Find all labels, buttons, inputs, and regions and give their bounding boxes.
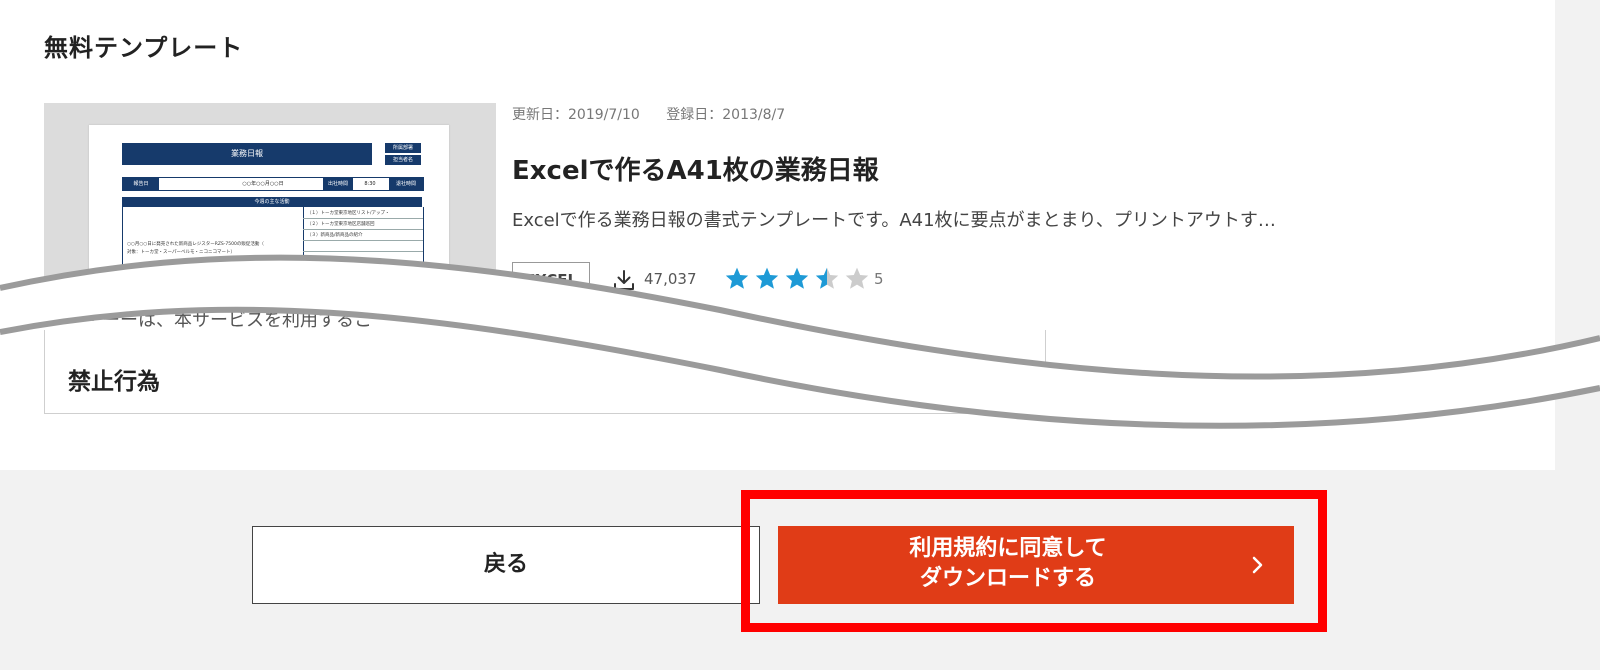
thumbnail-line <box>303 218 423 219</box>
updated-date: 更新日：2019/7/10 <box>512 107 640 123</box>
template-title[interactable]: Excelで作るA41枚の業務日報 <box>512 150 879 187</box>
back-button[interactable]: 戻る <box>252 526 760 604</box>
template-description: Excelで作る業務日報の書式テンプレートです。A41枚に要点がまとまり、プリン… <box>512 210 1276 231</box>
thumbnail-row-label: 退社時間 <box>389 178 423 190</box>
thumbnail-date-row: 報告日 ○○年○○月○○日 出社時間 8:30 退社時間 <box>122 177 424 191</box>
template-dates: 更新日：2019/7/10 登録日：2013/8/7 <box>512 104 785 124</box>
thumbnail-text: （３）新商品/新商品の紹介 <box>307 233 363 238</box>
thumbnail-side-label: 所属部署 <box>385 143 421 153</box>
page-break-wave <box>0 254 1600 429</box>
highlight-box <box>741 490 1327 632</box>
thumbnail-text: （１）トーカ堂東京地区リスト/アップ・ <box>307 211 390 216</box>
registered-date: 登録日：2013/8/7 <box>666 107 786 123</box>
thumbnail-row-label: 報告日 <box>123 178 159 190</box>
thumbnail-row-label: 出社時間 <box>323 178 353 190</box>
thumbnail-row-value: 8:30 <box>364 181 376 187</box>
thumbnail-text: （２）トーカ堂東京地区店舗巡回 <box>307 222 375 227</box>
thumbnail-table-head: 今週の主な活動 <box>122 197 422 207</box>
thumbnail-line <box>303 229 423 230</box>
section-title: 無料テンプレート <box>44 34 244 62</box>
thumbnail-side-label: 担当者名 <box>385 155 421 165</box>
thumbnail-doc-title: 業務日報 <box>122 143 372 165</box>
thumbnail-row-value: ○○年○○月○○日 <box>242 181 284 187</box>
